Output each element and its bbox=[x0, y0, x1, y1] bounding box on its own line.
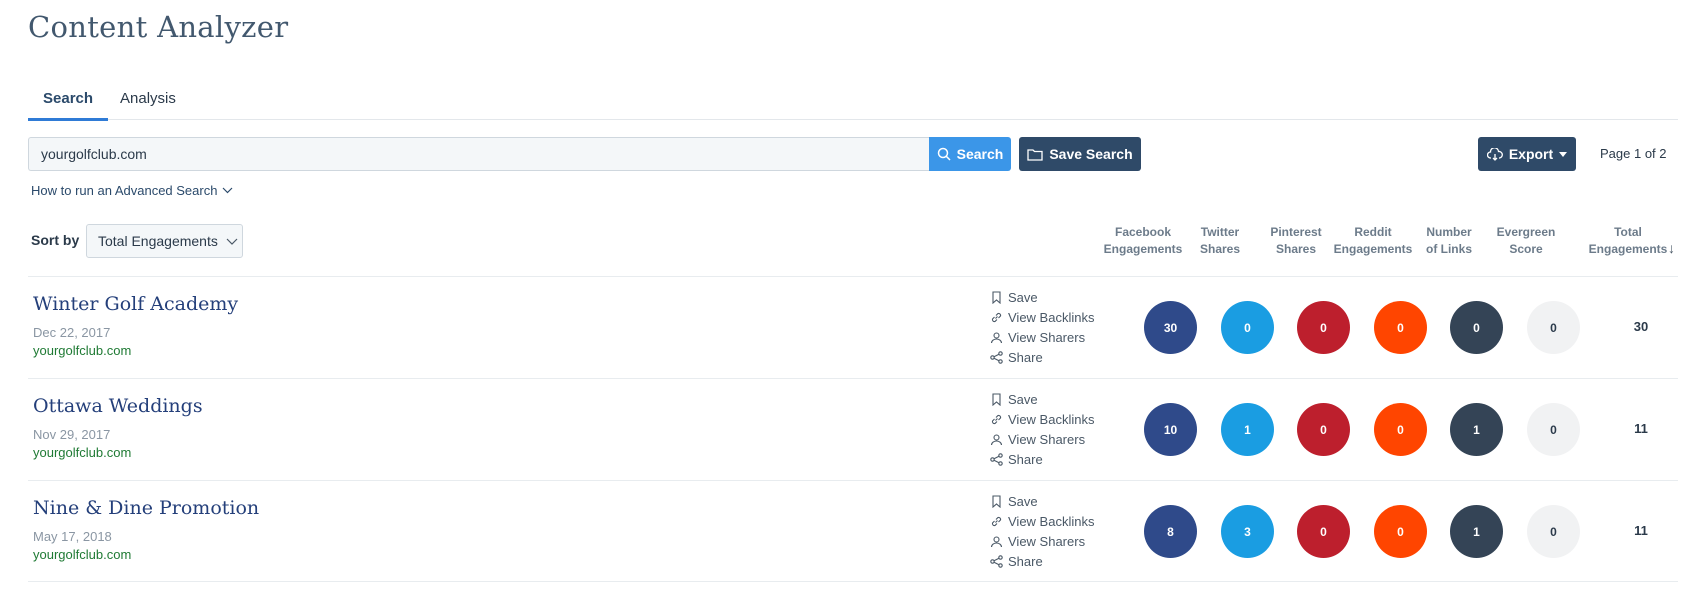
sort-desc-arrow-icon: ↓ bbox=[1668, 240, 1675, 256]
article-domain[interactable]: yourgolfclub.com bbox=[33, 343, 131, 358]
user-icon bbox=[990, 433, 1003, 445]
search-button[interactable]: Search bbox=[929, 137, 1011, 171]
sort-select[interactable]: Total Engagements bbox=[86, 224, 243, 258]
view-backlinks-action[interactable]: View Backlinks bbox=[990, 307, 1094, 327]
bookmark-icon bbox=[992, 290, 1001, 304]
table-row: Ottawa Weddings Nov 29, 2017 yourgolfclu… bbox=[28, 378, 1678, 480]
evergreen-score: 0 bbox=[1527, 505, 1580, 558]
save-action[interactable]: Save bbox=[990, 491, 1094, 511]
advanced-search-link[interactable]: How to run an Advanced Search bbox=[31, 183, 233, 198]
export-button[interactable]: Export bbox=[1478, 137, 1576, 171]
twitter-shares[interactable]: 1 bbox=[1221, 403, 1274, 456]
share-icon bbox=[990, 350, 1003, 364]
pinterest-shares[interactable]: 0 bbox=[1297, 505, 1350, 558]
column-header-evergreen[interactable]: Evergreen Score bbox=[1484, 224, 1568, 258]
tab-search[interactable]: Search bbox=[27, 90, 109, 121]
pinterest-shares[interactable]: 0 bbox=[1297, 403, 1350, 456]
article-date: Dec 22, 2017 bbox=[33, 325, 111, 340]
reddit-engagements[interactable]: 0 bbox=[1374, 301, 1427, 354]
export-label: Export bbox=[1508, 146, 1554, 162]
search-icon bbox=[937, 147, 951, 161]
cloud-download-icon bbox=[1486, 147, 1503, 161]
total-engagements: 11 bbox=[1634, 421, 1648, 436]
page-title: Content Analyzer bbox=[28, 10, 289, 44]
column-header-links[interactable]: Number of Links bbox=[1407, 224, 1491, 258]
total-engagements: 30 bbox=[1633, 319, 1649, 334]
column-header-reddit[interactable]: Reddit Engagements bbox=[1331, 224, 1415, 258]
column-header-total[interactable]: Total Engagements bbox=[1586, 224, 1670, 258]
article-title[interactable]: Nine & Dine Promotion bbox=[33, 497, 259, 519]
search-input[interactable] bbox=[28, 137, 929, 171]
save-search-label: Save Search bbox=[1049, 146, 1133, 162]
column-header-facebook[interactable]: Facebook Engagements bbox=[1101, 224, 1185, 258]
column-header-twitter[interactable]: Twitter Shares bbox=[1178, 224, 1262, 258]
share-action[interactable]: Share bbox=[990, 551, 1094, 571]
share-action[interactable]: Share bbox=[990, 347, 1094, 367]
facebook-engagements[interactable]: 30 bbox=[1144, 301, 1197, 354]
article-domain[interactable]: yourgolfclub.com bbox=[33, 547, 131, 562]
advanced-search-label: How to run an Advanced Search bbox=[31, 183, 218, 198]
column-header-pinterest[interactable]: Pinterest Shares bbox=[1254, 224, 1338, 258]
link-icon bbox=[991, 312, 1002, 322]
view-sharers-action[interactable]: View Sharers bbox=[990, 531, 1094, 551]
view-backlinks-action[interactable]: View Backlinks bbox=[990, 409, 1094, 429]
save-search-button[interactable]: Save Search bbox=[1019, 137, 1141, 171]
twitter-shares[interactable]: 0 bbox=[1221, 301, 1274, 354]
article-title[interactable]: Winter Golf Academy bbox=[33, 293, 238, 315]
number-of-links[interactable]: 0 bbox=[1450, 301, 1503, 354]
table-row: Nine & Dine Promotion May 17, 2018 yourg… bbox=[28, 480, 1678, 582]
row-actions: Save View Backlinks View Sharers Share bbox=[990, 491, 1094, 571]
facebook-engagements[interactable]: 10 bbox=[1144, 403, 1197, 456]
chevron-down-icon bbox=[223, 187, 233, 194]
folder-icon bbox=[1027, 148, 1043, 161]
share-action[interactable]: Share bbox=[990, 449, 1094, 469]
article-date: Nov 29, 2017 bbox=[33, 427, 111, 442]
evergreen-score: 0 bbox=[1527, 301, 1580, 354]
facebook-engagements[interactable]: 8 bbox=[1144, 505, 1197, 558]
chevron-down-icon bbox=[226, 238, 238, 245]
number-of-links[interactable]: 1 bbox=[1450, 505, 1503, 558]
article-date: May 17, 2018 bbox=[33, 529, 112, 544]
share-icon bbox=[990, 452, 1003, 466]
twitter-shares[interactable]: 3 bbox=[1221, 505, 1274, 558]
pinterest-shares[interactable]: 0 bbox=[1297, 301, 1350, 354]
view-sharers-action[interactable]: View Sharers bbox=[990, 429, 1094, 449]
view-backlinks-action[interactable]: View Backlinks bbox=[990, 511, 1094, 531]
reddit-engagements[interactable]: 0 bbox=[1374, 403, 1427, 456]
tab-bar: Search Analysis bbox=[27, 82, 1678, 121]
article-domain[interactable]: yourgolfclub.com bbox=[33, 445, 131, 460]
row-actions: Save View Backlinks View Sharers Share bbox=[990, 389, 1094, 469]
tab-analysis[interactable]: Analysis bbox=[120, 90, 176, 120]
user-icon bbox=[990, 331, 1003, 343]
search-button-label: Search bbox=[956, 146, 1004, 162]
table-row: Winter Golf Academy Dec 22, 2017 yourgol… bbox=[28, 276, 1678, 378]
page-indicator: Page 1 of 2 bbox=[1600, 146, 1667, 161]
total-engagements: 11 bbox=[1634, 523, 1648, 538]
save-action[interactable]: Save bbox=[990, 389, 1094, 409]
link-icon bbox=[991, 516, 1002, 526]
article-title[interactable]: Ottawa Weddings bbox=[33, 395, 203, 417]
bookmark-icon bbox=[992, 392, 1001, 406]
user-icon bbox=[990, 535, 1003, 547]
caret-down-icon bbox=[1559, 151, 1568, 157]
save-action[interactable]: Save bbox=[990, 287, 1094, 307]
evergreen-score: 0 bbox=[1527, 403, 1580, 456]
sort-selected-value: Total Engagements bbox=[98, 233, 218, 249]
link-icon bbox=[991, 414, 1002, 424]
row-actions: Save View Backlinks View Sharers Share bbox=[990, 287, 1094, 367]
reddit-engagements[interactable]: 0 bbox=[1374, 505, 1427, 558]
bookmark-icon bbox=[992, 494, 1001, 508]
view-sharers-action[interactable]: View Sharers bbox=[990, 327, 1094, 347]
number-of-links[interactable]: 1 bbox=[1450, 403, 1503, 456]
share-icon bbox=[990, 554, 1003, 568]
sort-label: Sort by bbox=[31, 232, 80, 248]
